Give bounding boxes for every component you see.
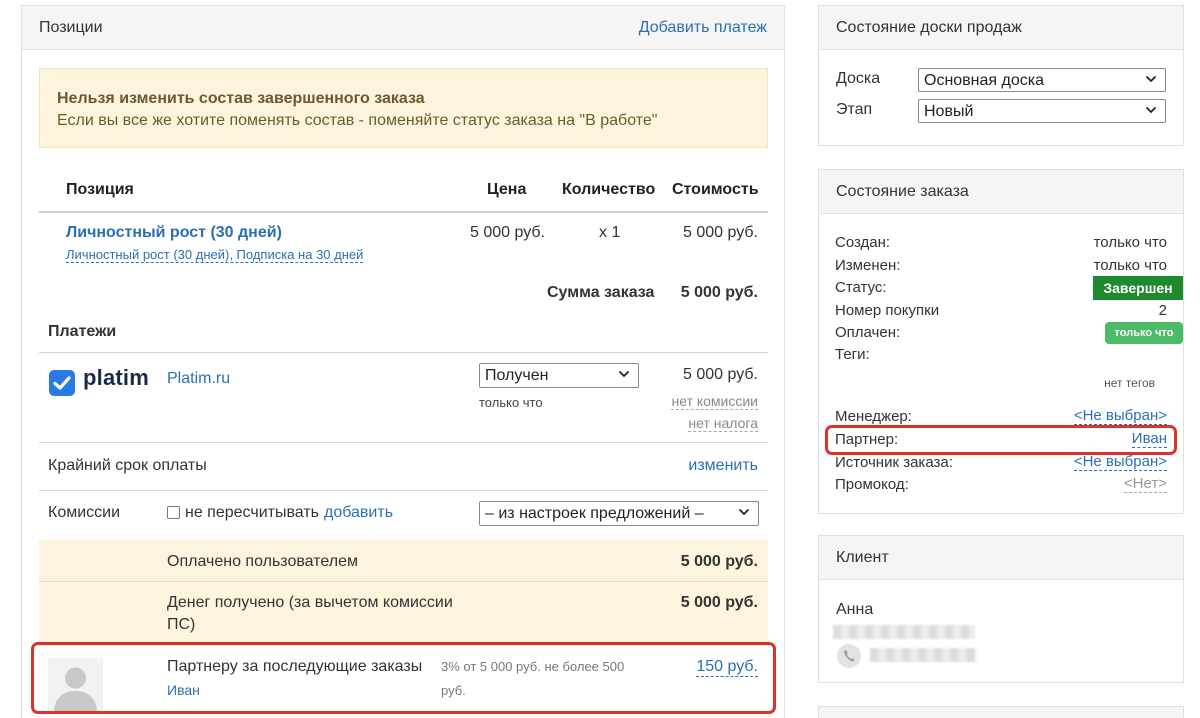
col-position-header: Позиция: [66, 181, 134, 198]
changed-value: только что: [1093, 257, 1167, 274]
item-name-link[interactable]: Личностный рост (30 дней): [66, 224, 282, 242]
next-panel-edge: [818, 706, 1184, 718]
money-received-value: 5 000 руб.: [680, 594, 758, 611]
payment-status-select[interactable]: Получен: [479, 363, 639, 388]
paid-badge: только что: [1105, 322, 1183, 344]
chevron-down-icon: [619, 371, 629, 377]
positions-panel: Позиции Добавить платеж Нельзя изменить …: [21, 5, 785, 718]
add-payment-link[interactable]: Добавить платеж: [639, 19, 767, 37]
commission-source-value: – из настроек предложений –: [485, 505, 704, 522]
summary-divider: [39, 581, 768, 582]
stage-label: Этап: [836, 101, 873, 118]
chevron-down-icon: [1146, 76, 1156, 82]
paid-by-user-value: 5 000 руб.: [680, 553, 758, 570]
sales-board-panel: Состояние доски продаж Доска Основная до…: [818, 5, 1184, 146]
board-label: Доска: [836, 70, 881, 87]
status-label: Статус:: [835, 279, 887, 296]
item-quantity: x 1: [599, 224, 621, 241]
platim-logo-icon: [49, 370, 75, 396]
payment-amount: 5 000 руб.: [683, 366, 758, 383]
add-commission-link[interactable]: добавить: [324, 504, 393, 522]
completed-order-warning: Нельзя изменить состав завершенного зака…: [39, 68, 768, 148]
commissions-divider-top: [39, 490, 768, 491]
col-price-header: Цена: [487, 181, 527, 198]
payment-deadline-label: Крайний срок оплаты: [48, 457, 207, 474]
payment-tax-link[interactable]: нет налога: [688, 415, 758, 432]
paid-by-user-label: Оплачено пользователем: [167, 553, 358, 570]
chevron-down-icon: [1146, 107, 1156, 113]
sales-board-title: Состояние доски продаж: [836, 19, 1022, 36]
client-panel: Клиент Анна: [818, 535, 1184, 683]
platim-logo-text: platim: [83, 365, 149, 390]
payment-deadline-change-link[interactable]: изменить: [688, 457, 758, 475]
commission-source-select[interactable]: – из настроек предложений –: [479, 501, 759, 526]
order-total-label: Сумма заказа: [547, 284, 655, 301]
payment-summary-block: [39, 540, 768, 646]
tags-label: Теги:: [835, 346, 870, 363]
paid-label: Оплачен:: [835, 324, 901, 341]
sales-board-header: Состояние доски продаж: [819, 6, 1183, 50]
col-cost-header: Стоимость: [672, 181, 759, 198]
positions-panel-title: Позиции: [39, 19, 103, 36]
warning-text: Если вы все же хотите поменять состав - …: [57, 112, 658, 129]
promocode-link[interactable]: <Нет>: [1123, 476, 1167, 493]
payments-title: Платежи: [48, 323, 117, 340]
payment-status-time: только что: [479, 395, 543, 410]
col-quantity-header: Количество: [562, 181, 656, 198]
deadline-divider-top: [39, 442, 768, 443]
stage-select[interactable]: Новый: [918, 99, 1166, 123]
order-source-select-link[interactable]: <Не выбран>: [1073, 454, 1167, 471]
item-cost: 5 000 руб.: [683, 224, 758, 241]
chevron-down-icon: [739, 509, 749, 515]
client-email-redacted: [833, 625, 975, 639]
purchase-number-value: 2: [1158, 302, 1167, 319]
item-price: 5 000 руб.: [470, 224, 545, 241]
client-title: Клиент: [836, 549, 889, 566]
no-recalculate-checkbox[interactable]: [167, 506, 180, 519]
order-source-label: Источник заказа:: [835, 454, 953, 471]
table-header-divider: [39, 211, 768, 213]
promocode-label: Промокод:: [835, 476, 909, 493]
order-total-value: 5 000 руб.: [680, 284, 758, 301]
purchase-number-label: Номер покупки: [835, 302, 940, 319]
created-value: только что: [1093, 234, 1167, 251]
payment-commission-link[interactable]: нет комиссии: [671, 393, 758, 410]
phone-icon: [837, 644, 861, 668]
money-received-label-line2: ПС): [167, 616, 196, 633]
commissions-label: Комиссии: [48, 504, 121, 521]
created-label: Создан:: [835, 234, 891, 251]
client-header: Клиент: [819, 536, 1183, 580]
manager-label: Менеджер:: [835, 408, 912, 425]
warning-title: Нельзя изменить состав завершенного зака…: [57, 90, 425, 107]
stage-select-value: Новый: [924, 103, 974, 120]
payments-divider: [39, 352, 768, 353]
board-select-value: Основная доска: [924, 72, 1045, 89]
changed-label: Изменен:: [835, 257, 901, 274]
manager-select-link[interactable]: <Не выбран>: [1073, 408, 1167, 425]
board-select[interactable]: Основная доска: [918, 68, 1166, 92]
client-phone-redacted: [870, 648, 976, 662]
positions-panel-header: Позиции Добавить платеж: [22, 6, 784, 50]
partner-field-highlight: [825, 425, 1177, 455]
status-badge: Завершен: [1093, 276, 1183, 300]
payment-status-value: Получен: [485, 367, 549, 384]
client-name-link[interactable]: Анна: [836, 601, 873, 619]
partner-row-highlight: [31, 642, 776, 714]
money-received-label-line1: Денег получено (за вычетом комиссии: [167, 594, 453, 611]
payment-provider-link[interactable]: Platim.ru: [167, 370, 230, 388]
tags-value: нет тегов: [1104, 376, 1155, 390]
no-recalculate-label: не пересчитывать: [185, 504, 319, 521]
item-subtitle-link[interactable]: Личностный рост (30 дней), Подписка на 3…: [66, 247, 364, 263]
